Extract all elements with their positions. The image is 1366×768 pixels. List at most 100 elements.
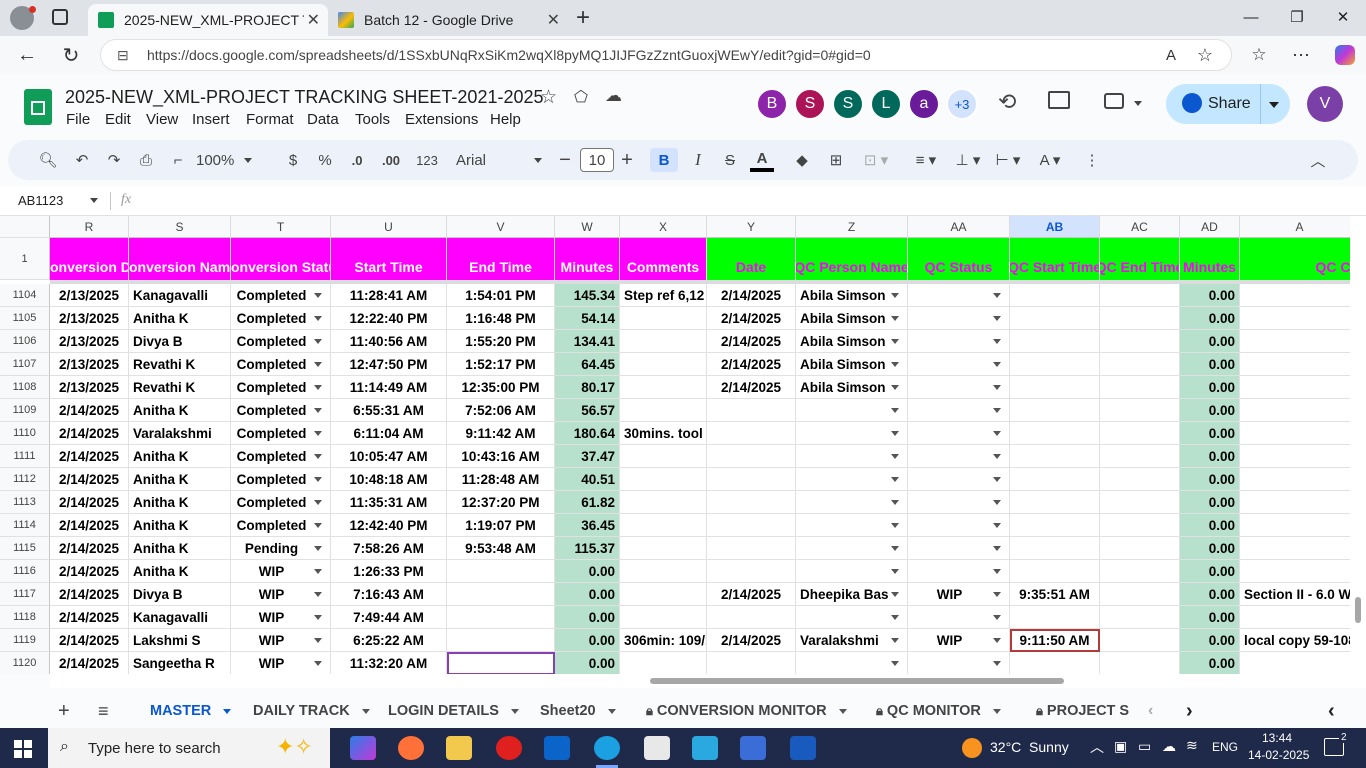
- grid-cell[interactable]: Kanagavalli: [129, 284, 231, 307]
- chevron-down-icon[interactable]: [1269, 102, 1279, 108]
- grid-cell[interactable]: 2/13/2025: [50, 353, 129, 376]
- grid-cell[interactable]: Completed: [231, 284, 331, 307]
- horizontal-scroll-thumb[interactable]: [650, 678, 1064, 684]
- side-panel-toggle-icon[interactable]: ‹: [1328, 696, 1335, 726]
- chevron-down-icon[interactable]: [993, 454, 1001, 459]
- grid-cell[interactable]: 1:55:20 PM: [447, 330, 555, 353]
- sheet-tab[interactable]: MASTER: [150, 696, 232, 726]
- grid-cell[interactable]: 2/14/2025: [50, 468, 129, 491]
- document-title[interactable]: 2025-NEW_XML-PROJECT TRACKING SHEET-2021…: [65, 87, 544, 108]
- grid-cell[interactable]: [1010, 330, 1100, 353]
- italic-icon[interactable]: I: [686, 148, 710, 172]
- language-indicator[interactable]: ENG: [1212, 740, 1238, 754]
- chevron-down-icon[interactable]: [891, 523, 899, 528]
- clock-date[interactable]: 14-02-2025: [1248, 748, 1309, 762]
- grid-cell[interactable]: 180.64: [555, 422, 620, 445]
- grid-cell[interactable]: [620, 583, 707, 606]
- chevron-down-icon[interactable]: [891, 385, 899, 390]
- grid-cell[interactable]: [1010, 307, 1100, 330]
- more-formats-button[interactable]: 123: [412, 148, 442, 172]
- decrease-decimal-button[interactable]: .0: [344, 148, 370, 172]
- move-icon[interactable]: ⬠: [574, 87, 588, 107]
- scroll-tabs-right-icon[interactable]: ›: [1186, 696, 1193, 726]
- grid-cell[interactable]: 0.00: [1180, 606, 1240, 629]
- grid-cell[interactable]: [1240, 445, 1350, 468]
- grid-cell[interactable]: 0.00: [1180, 583, 1240, 606]
- grid-cell[interactable]: Pending: [231, 537, 331, 560]
- font-size-decrease-icon[interactable]: −: [556, 148, 574, 172]
- close-tab-icon[interactable]: ✕: [307, 10, 320, 30]
- more-menu-icon[interactable]: ⋯: [1286, 40, 1316, 70]
- header-cell[interactable]: QC End Time: [1100, 238, 1180, 280]
- grid-cell[interactable]: Kanagavalli: [129, 606, 231, 629]
- grid-cell[interactable]: 7:49:44 AM: [331, 606, 447, 629]
- grid-cell[interactable]: 6:55:31 AM: [331, 399, 447, 422]
- chevron-down-icon[interactable]: [891, 661, 899, 666]
- grid-cell[interactable]: [620, 376, 707, 399]
- grid-cell[interactable]: [707, 422, 796, 445]
- menu-edit[interactable]: Edit: [105, 111, 131, 128]
- tray-chevron-icon[interactable]: ︿: [1090, 737, 1104, 757]
- grid-cell[interactable]: 11:32:20 AM: [331, 652, 447, 674]
- grid-cell[interactable]: Abila Simson: [796, 353, 908, 376]
- grid-cell[interactable]: [1100, 652, 1180, 674]
- grid-cell[interactable]: [908, 284, 1010, 307]
- grid-cell[interactable]: 2/13/2025: [50, 376, 129, 399]
- file-explorer-icon[interactable]: [446, 736, 472, 760]
- horizontal-align-icon[interactable]: ≡ ▾: [908, 148, 944, 172]
- chevron-down-icon[interactable]: [891, 408, 899, 413]
- grid-cell[interactable]: Completed: [231, 307, 331, 330]
- grid-cell[interactable]: Divya B: [129, 583, 231, 606]
- grid-cell[interactable]: 40.51: [555, 468, 620, 491]
- grid-cell[interactable]: 0.00: [1180, 353, 1240, 376]
- grid-cell[interactable]: 1:54:01 PM: [447, 284, 555, 307]
- chevron-down-icon[interactable]: [993, 661, 1001, 666]
- grid-cell[interactable]: 56.57: [555, 399, 620, 422]
- close-window-icon[interactable]: ✕: [1320, 0, 1366, 34]
- menu-tools[interactable]: Tools: [355, 111, 390, 128]
- grid-cell[interactable]: [1100, 583, 1180, 606]
- grid-cell[interactable]: 0.00: [1180, 491, 1240, 514]
- collaborator-avatar[interactable]: S: [832, 88, 864, 120]
- grid-cell[interactable]: 12:35:00 PM: [447, 376, 555, 399]
- header-cell[interactable]: Date: [707, 238, 796, 280]
- chevron-down-icon[interactable]: [314, 293, 322, 298]
- grid-cell[interactable]: 11:28:48 AM: [447, 468, 555, 491]
- grid-cell[interactable]: [1010, 399, 1100, 422]
- grid-cell[interactable]: 0.00: [1180, 537, 1240, 560]
- grid-cell[interactable]: 1:52:17 PM: [447, 353, 555, 376]
- chevron-down-icon[interactable]: [314, 362, 322, 367]
- grid-cell[interactable]: Completed: [231, 491, 331, 514]
- column-header-z[interactable]: Z: [796, 216, 908, 238]
- print-icon[interactable]: ⎙: [134, 148, 158, 172]
- chevron-down-icon[interactable]: [993, 293, 1001, 298]
- grid-cell[interactable]: [908, 491, 1010, 514]
- grid-cell[interactable]: [1010, 652, 1100, 674]
- scroll-tabs-left-icon[interactable]: ‹: [1148, 696, 1153, 726]
- grid-cell[interactable]: [1100, 353, 1180, 376]
- grid-cell[interactable]: [1100, 514, 1180, 537]
- grid-cell[interactable]: 37.47: [555, 445, 620, 468]
- grid-cell[interactable]: 2/14/2025: [50, 537, 129, 560]
- grid-cell[interactable]: [1010, 560, 1100, 583]
- grid-cell[interactable]: [620, 330, 707, 353]
- header-cell[interactable]: QC Start Time: [1010, 238, 1100, 280]
- column-header-w[interactable]: W: [555, 216, 620, 238]
- grid-cell[interactable]: [1240, 537, 1350, 560]
- grid-cell[interactable]: Divya B: [129, 330, 231, 353]
- chevron-down-icon[interactable]: [314, 454, 322, 459]
- grid-cell[interactable]: 2/14/2025: [50, 652, 129, 674]
- row-header[interactable]: 1120: [0, 652, 50, 674]
- chevron-down-icon[interactable]: [993, 431, 1001, 436]
- increase-decimal-button[interactable]: .00: [376, 148, 406, 172]
- column-header-aa[interactable]: AA: [908, 216, 1010, 238]
- grid-cell[interactable]: 2/14/2025: [707, 629, 796, 652]
- chevron-down-icon[interactable]: [993, 477, 1001, 482]
- sheet-tab[interactable]: 🔒︎ PROJECT S: [1036, 696, 1130, 726]
- meet-icon[interactable]: [1104, 93, 1124, 109]
- close-tab-icon[interactable]: ✕: [547, 10, 560, 30]
- grid-cell[interactable]: [1100, 307, 1180, 330]
- grid-cell[interactable]: [908, 560, 1010, 583]
- header-cell[interactable]: onversion Statu: [231, 238, 331, 280]
- grid-cell[interactable]: 10:05:47 AM: [331, 445, 447, 468]
